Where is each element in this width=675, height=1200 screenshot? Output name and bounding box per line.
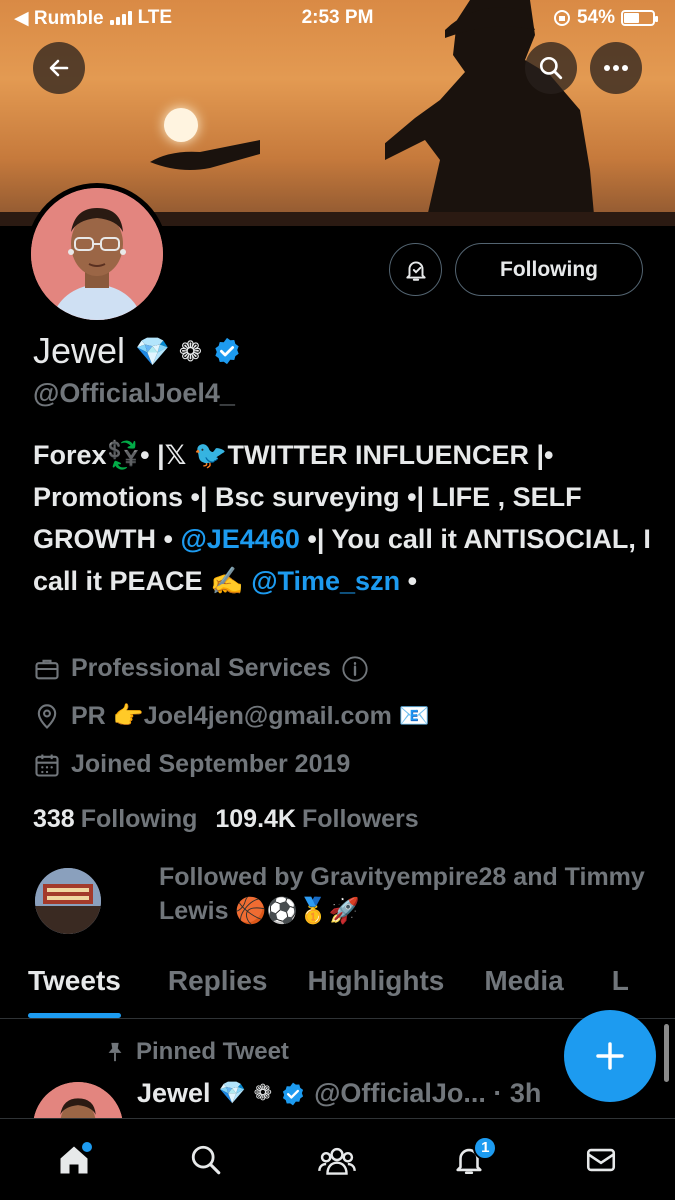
search-icon: [191, 1145, 220, 1174]
status-bar: ◀ Rumble LTE 2:53 PM 54%: [0, 0, 675, 36]
followers-count: 109.4K: [215, 805, 296, 833]
tab-media[interactable]: Media: [484, 955, 563, 997]
back-arrow-icon: [49, 59, 69, 77]
location-pin-icon: [37, 703, 57, 729]
following-button[interactable]: Following: [455, 243, 643, 296]
verified-badge-icon[interactable]: [212, 336, 242, 366]
communities-icon: [318, 1147, 357, 1175]
bio-text-3: •: [400, 566, 418, 596]
battery-percent: 54%: [576, 7, 615, 28]
location-row: PR 👉Joel4jen@gmail.com 📧: [33, 702, 430, 731]
pinned-label: Pinned Tweet: [136, 1038, 289, 1065]
profile-bio: Forex💱• |𝕏 🐦TWITTER INFLUENCER |• Promot…: [33, 434, 653, 602]
profile-handle: @OfficialJoel4_: [33, 378, 235, 408]
briefcase-icon: [35, 659, 59, 679]
carrier-label: ◀ Rumble: [14, 7, 104, 29]
bio-mention-time-szn[interactable]: @Time_szn: [251, 566, 400, 596]
professional-category[interactable]: Professional Services: [33, 654, 369, 683]
tweet-author-emojis: 💎 ❁: [218, 1081, 273, 1106]
signal-icon: [109, 11, 132, 25]
more-icon: [604, 65, 628, 71]
orientation-lock-icon: [553, 10, 570, 26]
notification-bell-button[interactable]: [389, 243, 442, 296]
verified-badge-icon: [282, 1082, 304, 1105]
location-label: PR 👉Joel4jen@gmail.com 📧: [71, 702, 430, 730]
name-emojis: 💎 ❁: [135, 334, 203, 368]
followers-stat-label: Followers: [301, 805, 419, 833]
joined-row: Joined September 2019: [33, 750, 350, 779]
profile-name-row: Jewel 💎 ❁: [33, 330, 242, 372]
nav-home[interactable]: [44, 1130, 104, 1190]
plus-icon: [596, 1042, 624, 1070]
calendar-icon: [35, 754, 59, 777]
followed-by-avatar[interactable]: [35, 868, 101, 934]
home-unread-dot: [81, 1141, 92, 1152]
network-label: LTE: [137, 7, 173, 28]
nav-search[interactable]: [176, 1130, 236, 1190]
nav-notifications[interactable]: 1: [439, 1130, 499, 1190]
profile-tabs: Tweets Replies Highlights Media L: [0, 955, 675, 1019]
mail-icon: [587, 1148, 616, 1171]
following-stat-label: Following: [80, 805, 198, 833]
banner-sun: [164, 108, 198, 142]
compose-tweet-button[interactable]: [564, 1010, 656, 1102]
more-button[interactable]: [590, 42, 642, 94]
followed-by-avatar-image: [35, 868, 101, 934]
bottom-navigation: 1: [0, 1118, 675, 1200]
followers-stat[interactable]: 109.4K Followers: [215, 805, 418, 834]
followed-by-text[interactable]: Followed by Gravityempire28 and Timmy Le…: [159, 860, 649, 928]
battery-icon: [621, 10, 658, 26]
pinned-tweet-label: Pinned Tweet: [104, 1038, 289, 1066]
profile-avatar[interactable]: [26, 183, 168, 325]
nav-messages[interactable]: [571, 1130, 631, 1190]
profile-name: Jewel: [33, 330, 126, 371]
search-button[interactable]: [525, 42, 577, 94]
back-button[interactable]: [33, 42, 85, 94]
nav-communities[interactable]: [307, 1130, 367, 1190]
tweet-author-name[interactable]: Jewel: [137, 1078, 211, 1109]
following-count: 338: [33, 805, 75, 833]
tab-replies[interactable]: Replies: [168, 955, 268, 997]
tab-likes[interactable]: L: [612, 955, 629, 997]
info-icon[interactable]: [341, 655, 369, 683]
scrollbar[interactable]: [664, 1024, 669, 1082]
banner-hand: [150, 140, 260, 170]
following-stat[interactable]: 338 Following: [33, 805, 197, 834]
tab-tweets[interactable]: Tweets: [28, 955, 121, 1018]
tab-highlights[interactable]: Highlights: [307, 955, 444, 997]
search-icon: [539, 56, 563, 80]
avatar-illustration: [31, 188, 163, 320]
tweet-handle-time: @OfficialJo... · 3h: [314, 1078, 542, 1108]
joined-label: Joined September 2019: [71, 750, 351, 778]
bio-mention-je4460[interactable]: @JE4460: [180, 524, 299, 554]
tweet-header: Jewel 💎 ❁ @OfficialJo... · 3h: [137, 1078, 541, 1109]
notification-bell-icon: [405, 260, 426, 281]
notifications-badge: 1: [473, 1135, 498, 1160]
follow-stats: 338 Following 109.4K Followers: [33, 805, 419, 834]
category-label: Professional Services: [71, 654, 331, 682]
pin-icon: [108, 1042, 122, 1062]
